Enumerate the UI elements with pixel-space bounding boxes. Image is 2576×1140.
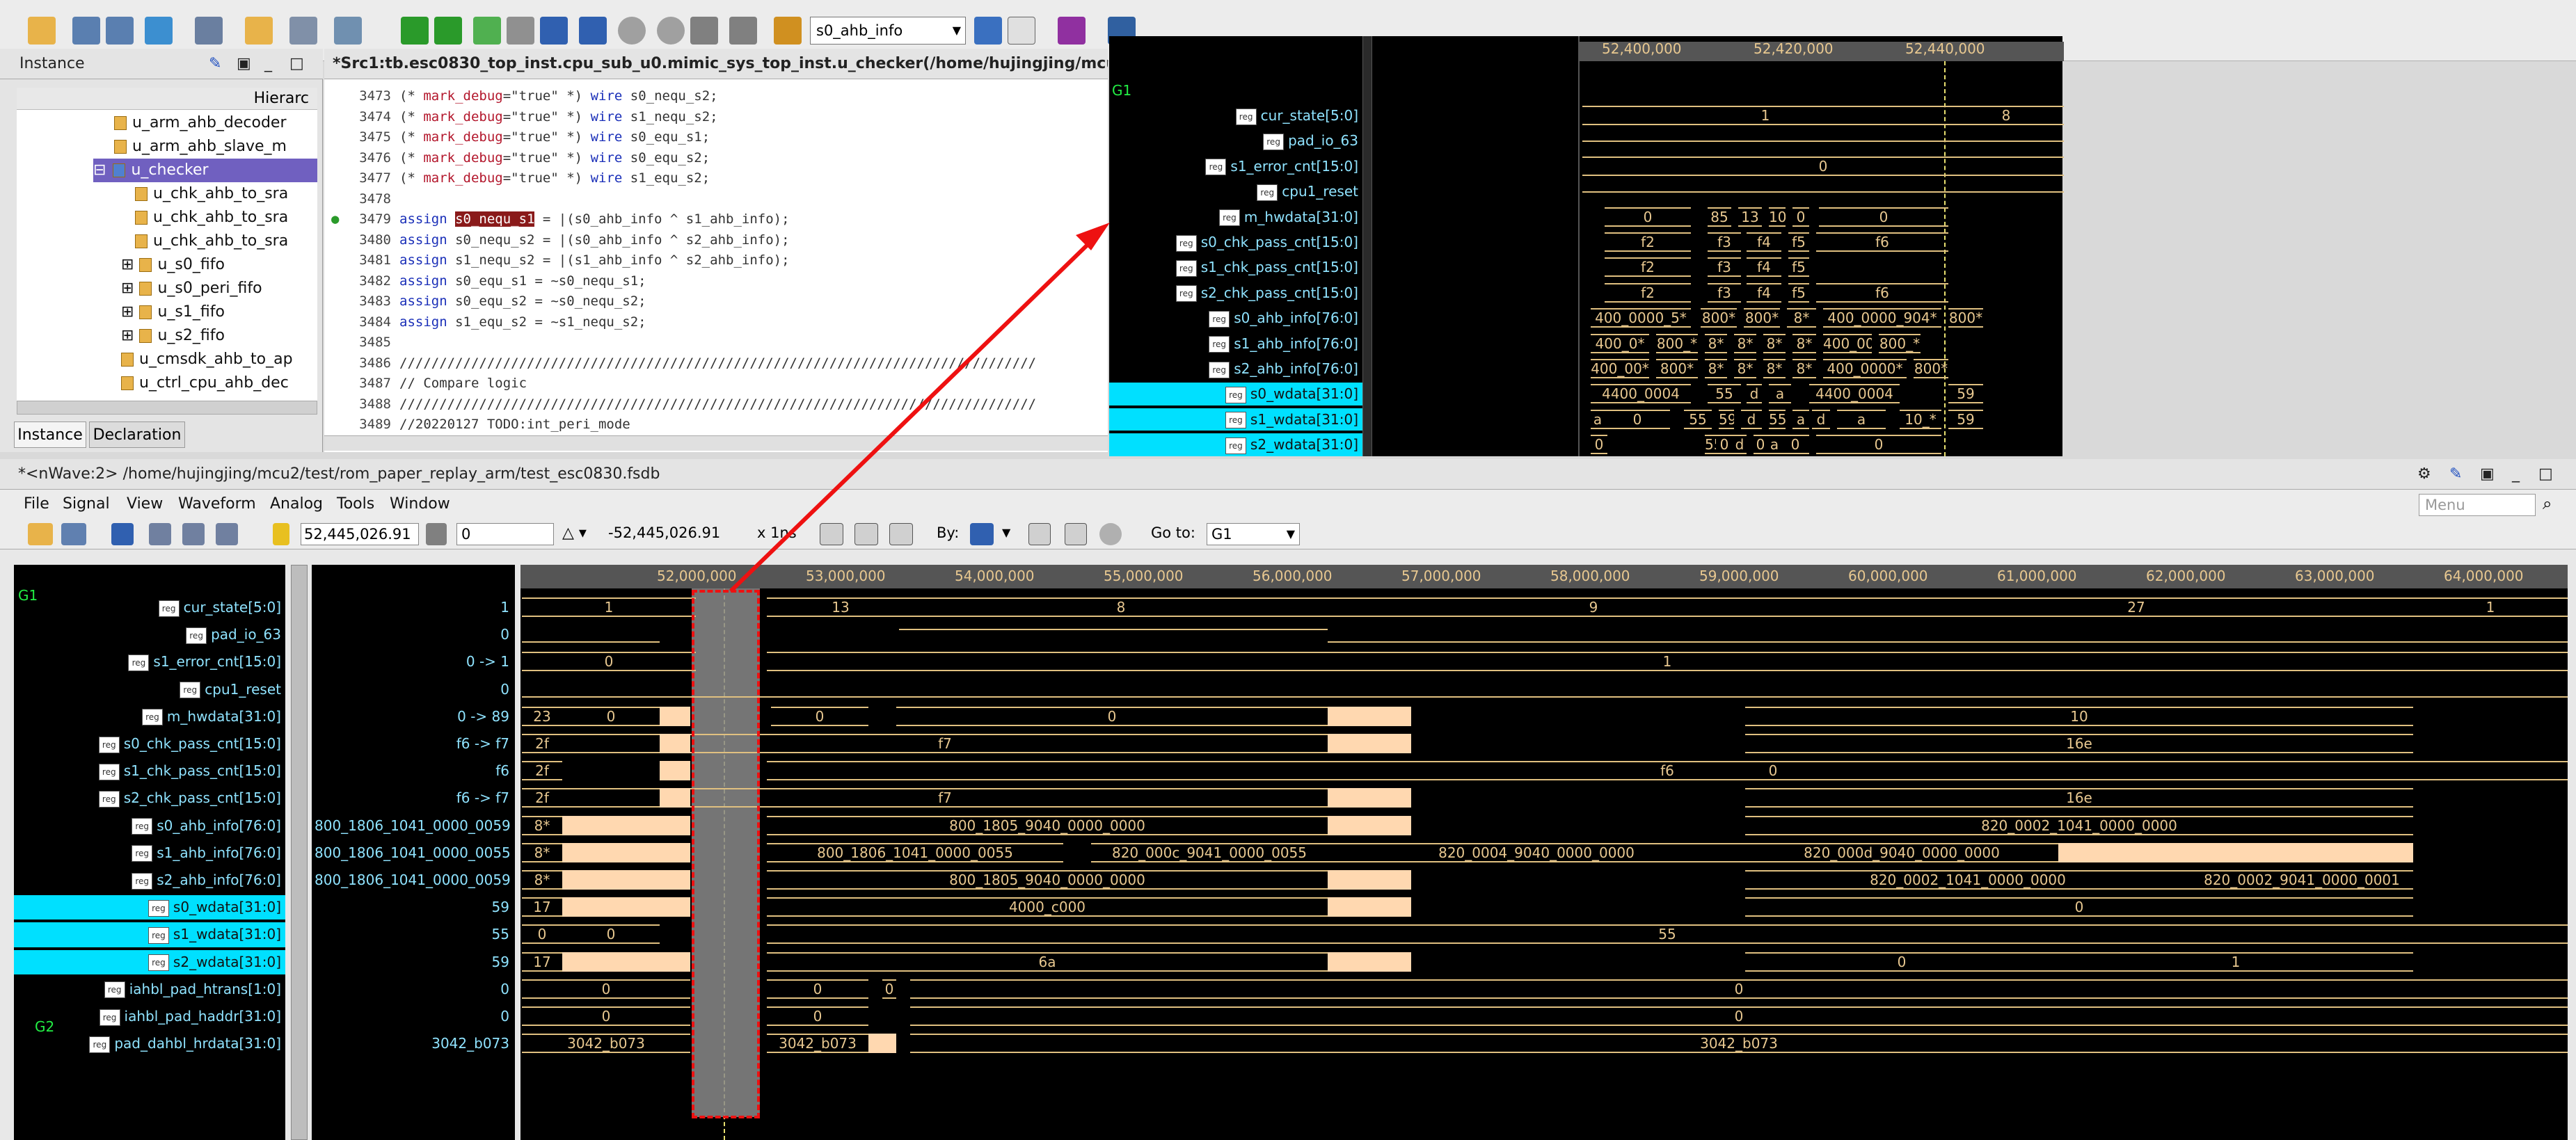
red-arrow: [729, 223, 1110, 593]
